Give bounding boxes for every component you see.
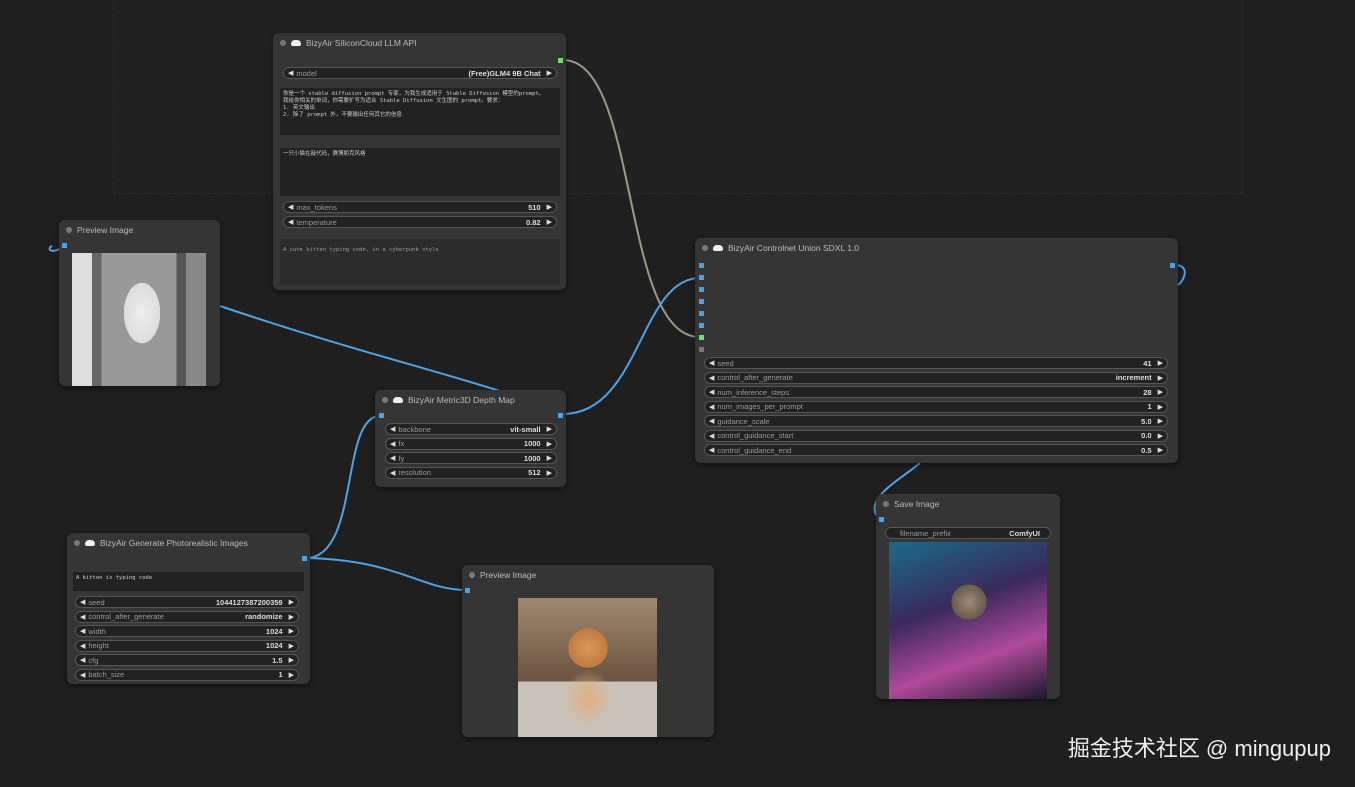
right-arrow-icon[interactable]: ▶ — [289, 671, 294, 679]
widget-width[interactable]: ◀ width 1024 ▶ — [75, 625, 299, 637]
node-preview-image[interactable]: Preview Image — [462, 565, 714, 737]
widget-height[interactable]: ◀ height 1024 ▶ — [75, 639, 299, 652]
right-arrow-icon[interactable]: ▶ — [289, 613, 294, 621]
prompt-textarea[interactable]: A kitten is typing code — [73, 572, 304, 591]
user-prompt-textarea[interactable]: 一只小猫在敲代码，赛博朋克风格 — [280, 148, 560, 196]
node-title: Preview Image — [77, 225, 134, 235]
right-arrow-icon[interactable]: ▶ — [1158, 446, 1163, 454]
widget-guidance-scale[interactable]: ◀ guidance_scale 5.0 ▶ — [704, 415, 1168, 427]
model-select[interactable]: ◀ model (Free)GLM4 9B Chat ▶ — [283, 67, 557, 79]
node-title: BizyAir Controlnet Union SDXL 1.0 — [728, 243, 860, 253]
node-generate-photorealistic[interactable]: BizyAir Generate Photorealistic Images A… — [67, 533, 310, 684]
wire-gen-to-preview2 — [305, 557, 468, 591]
output-socket[interactable] — [558, 58, 563, 63]
input-socket-prompt[interactable] — [699, 335, 704, 340]
input-socket[interactable] — [699, 311, 704, 316]
collapse-dot[interactable] — [382, 397, 388, 403]
collapse-dot[interactable] — [883, 501, 889, 507]
node-preview-image-depth[interactable]: Preview Image — [59, 220, 220, 386]
widget-cfg[interactable]: ◀ cfg 1.5 ▶ — [75, 654, 299, 666]
collapse-dot[interactable] — [74, 540, 80, 546]
wire-depth-to-controlnet — [562, 277, 701, 415]
right-arrow-icon[interactable]: ▶ — [547, 203, 552, 211]
wire-gen-to-depth — [305, 415, 381, 559]
widget-num-images-per-prompt[interactable]: ◀ num_images_per_prompt 1 ▶ — [704, 400, 1168, 413]
kitten-photo-image — [518, 598, 657, 737]
system-prompt-textarea[interactable]: 你是一个 stable diffusion prompt 专家，为我生成适用于 … — [280, 88, 560, 135]
input-socket[interactable] — [699, 323, 704, 328]
input-socket[interactable] — [699, 299, 704, 304]
widget-resolution[interactable]: ◀ resolution 512 ▶ — [385, 466, 557, 479]
right-arrow-icon[interactable]: ▶ — [547, 218, 552, 226]
cloud-icon — [85, 540, 95, 546]
right-arrow-icon[interactable]: ▶ — [1158, 388, 1163, 396]
filename-prefix-input[interactable]: filename_prefix ComfyUI — [885, 527, 1051, 539]
cloud-icon — [393, 397, 403, 403]
input-socket[interactable] — [879, 517, 884, 522]
collapse-dot[interactable] — [280, 40, 286, 46]
widget-control-after-generate[interactable]: ◀ control_after_generate randomize ▶ — [75, 610, 299, 623]
input-socket[interactable] — [699, 263, 704, 268]
wire-llm-to-controlnet — [562, 59, 701, 338]
right-arrow-icon[interactable]: ▶ — [547, 69, 552, 77]
node-siliconcloud-llm[interactable]: BizyAir SiliconCloud LLM API ◀ model (Free… — [273, 33, 566, 290]
right-arrow-icon[interactable]: ▶ — [1158, 403, 1163, 411]
widget-control-guidance-end[interactable]: ◀ control_guidance_end 0.5 ▶ — [704, 444, 1168, 456]
output-socket[interactable] — [1170, 263, 1175, 268]
input-socket[interactable] — [699, 287, 704, 292]
output-socket[interactable] — [302, 556, 307, 561]
input-socket[interactable] — [62, 243, 67, 248]
collapse-dot[interactable] — [702, 245, 708, 251]
right-arrow-icon[interactable]: ▶ — [547, 425, 552, 433]
right-arrow-icon[interactable]: ▶ — [547, 469, 552, 477]
node-title: Save Image — [894, 499, 940, 509]
right-arrow-icon[interactable]: ▶ — [547, 454, 552, 462]
right-arrow-icon[interactable]: ▶ — [1158, 432, 1163, 440]
widget-seed[interactable]: ◀ seed 41 ▶ — [704, 357, 1168, 369]
widget-control-after-generate[interactable]: ◀ control_after_generate increment ▶ — [704, 371, 1168, 384]
cyberpunk-kitten-image — [889, 542, 1047, 699]
right-arrow-icon[interactable]: ▶ — [1158, 359, 1163, 367]
right-arrow-icon[interactable]: ▶ — [289, 656, 294, 664]
node-title: BizyAir SiliconCloud LLM API — [306, 38, 417, 48]
right-arrow-icon[interactable]: ▶ — [289, 598, 294, 606]
widget-batch-size[interactable]: ◀ batch_size 1 ▶ — [75, 668, 299, 681]
output-text: A cute kitten typing code, in a cyberpun… — [280, 239, 560, 285]
cloud-icon — [713, 245, 723, 251]
cloud-icon — [291, 40, 301, 46]
output-socket[interactable] — [558, 413, 563, 418]
widget-fx[interactable]: ◀ fx 1000 ▶ — [385, 437, 557, 450]
input-socket[interactable] — [699, 275, 704, 280]
right-arrow-icon[interactable]: ▶ — [1158, 374, 1163, 382]
node-title: Preview Image — [480, 570, 537, 580]
input-socket[interactable] — [699, 347, 704, 352]
input-socket[interactable] — [465, 588, 470, 593]
collapse-dot[interactable] — [469, 572, 475, 578]
widget-fy[interactable]: ◀ fy 1000 ▶ — [385, 452, 557, 464]
widget-num-inference-steps[interactable]: ◀ num_inference_steps 28 ▶ — [704, 386, 1168, 398]
node-controlnet-union[interactable]: BizyAir Controlnet Union SDXL 1.0 ◀ seed 4… — [695, 238, 1178, 463]
depth-map-image — [72, 253, 206, 386]
widget-seed[interactable]: ◀ seed 1044127387200359 ▶ — [75, 596, 299, 608]
node-save-image[interactable]: Save Image filename_prefix ComfyUI — [876, 494, 1060, 699]
collapse-dot[interactable] — [66, 227, 72, 233]
right-arrow-icon[interactable]: ▶ — [547, 440, 552, 448]
node-metric3d-depth[interactable]: BizyAir Metric3D Depth Map ◀ backbone vit-… — [375, 390, 566, 487]
node-title: BizyAir Metric3D Depth Map — [408, 395, 515, 405]
widget-control-guidance-start[interactable]: ◀ control_guidance_start 0.0 ▶ — [704, 429, 1168, 442]
temperature-widget[interactable]: ◀ temperature 0.82 ▶ — [283, 216, 557, 228]
max-tokens-widget[interactable]: ◀ max_tokens 510 ▶ — [283, 201, 557, 213]
right-arrow-icon[interactable]: ▶ — [289, 627, 294, 635]
right-arrow-icon[interactable]: ▶ — [1158, 417, 1163, 425]
widget-backbone[interactable]: ◀ backbone vit-small ▶ — [385, 423, 557, 435]
watermark: 掘金技术社区 @ mingupup — [1067, 736, 1331, 761]
node-title: BizyAir Generate Photorealistic Images — [100, 538, 248, 548]
right-arrow-icon[interactable]: ▶ — [289, 642, 294, 650]
input-socket[interactable] — [379, 413, 384, 418]
